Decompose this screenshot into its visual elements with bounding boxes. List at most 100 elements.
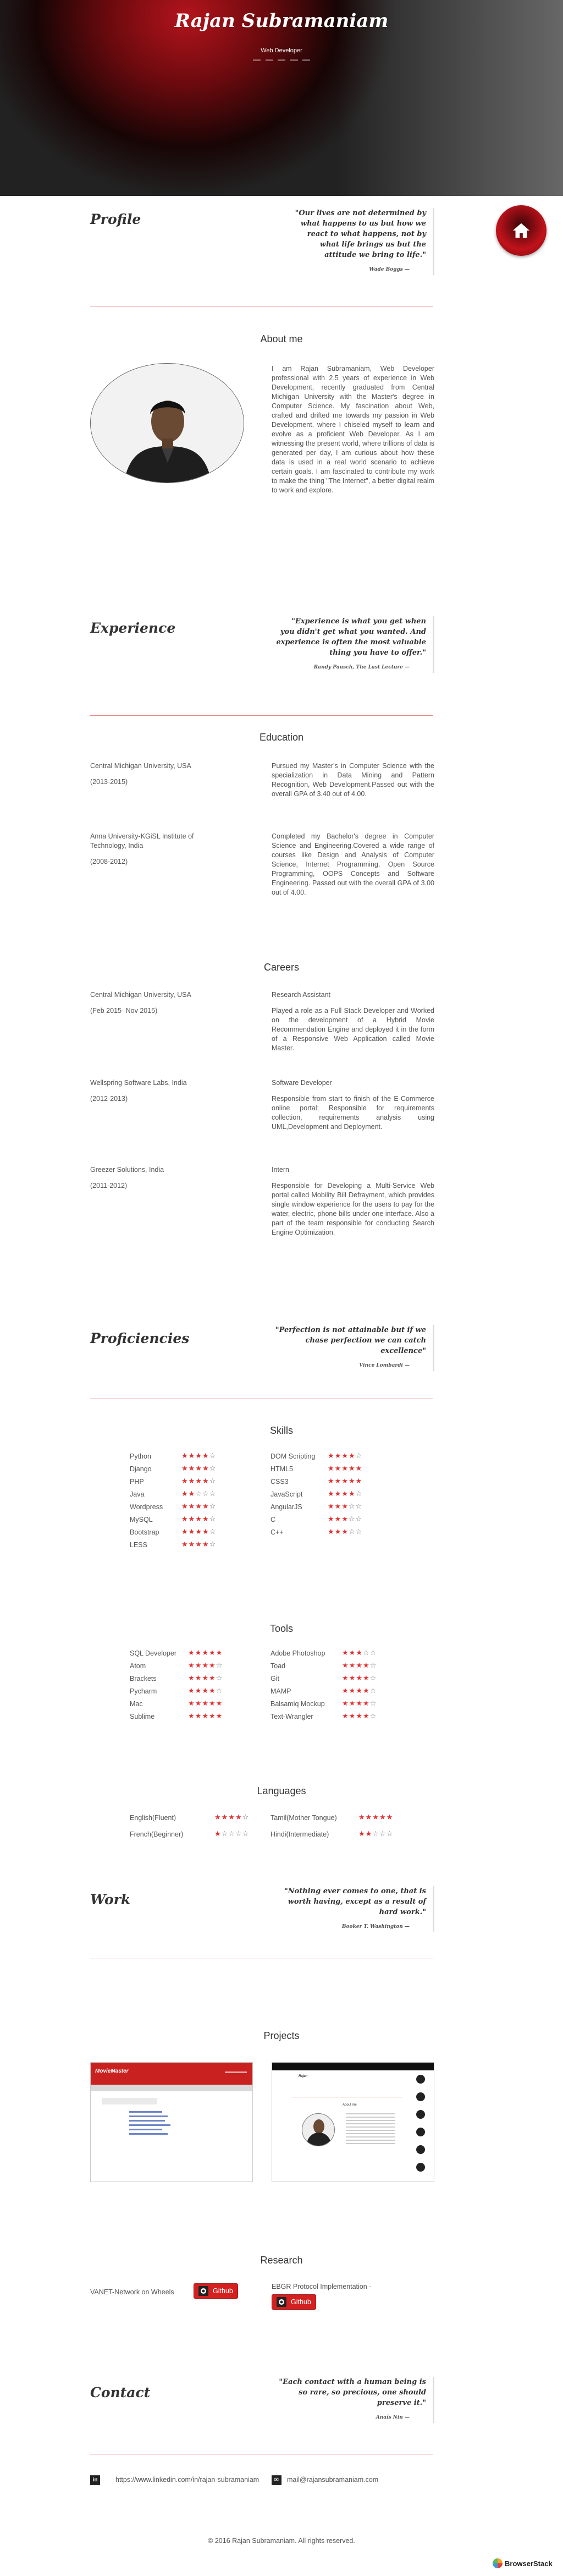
rating-stars: ★★★★★ [188, 1700, 223, 1708]
star-filled-icon: ★ [188, 1477, 196, 1486]
hero-slider-dots[interactable] [253, 59, 310, 62]
star-filled-icon: ★ [349, 1649, 356, 1657]
star-filled-icon: ★ [181, 1541, 189, 1549]
rating-row: JavaScript ★★★★☆ [271, 1490, 402, 1500]
star-filled-icon: ★ [372, 1813, 379, 1822]
star-empty-icon: ☆ [348, 1503, 356, 1511]
star-filled-icon: ★ [356, 1700, 363, 1708]
career-role: Intern [272, 1166, 289, 1174]
rating-row: Pycharm ★★★★☆ [130, 1687, 262, 1697]
rating-name: Wordpress [130, 1503, 163, 1511]
profile-photo [90, 363, 244, 483]
star-filled-icon: ★ [181, 1528, 189, 1536]
rating-stars: ★★★★☆ [188, 1687, 223, 1695]
rating-name: CSS3 [271, 1478, 289, 1486]
star-filled-icon: ★ [349, 1662, 356, 1670]
rating-name: Mac [130, 1700, 143, 1708]
star-empty-icon: ☆ [209, 1541, 217, 1549]
star-empty-icon: ☆ [355, 1515, 363, 1523]
rating-row: CSS3 ★★★★★ [271, 1477, 402, 1488]
star-filled-icon: ★ [181, 1477, 189, 1486]
github-button[interactable]: Github [194, 2283, 238, 2299]
rating-name: Toad [271, 1662, 286, 1670]
star-filled-icon: ★ [342, 1649, 349, 1657]
star-filled-icon: ★ [328, 1515, 335, 1523]
rating-stars: ★☆☆☆☆ [214, 1830, 249, 1838]
email-link[interactable]: ✉ mail@rajansubramaniam.com [272, 2475, 434, 2485]
star-empty-icon: ☆ [379, 1830, 387, 1838]
github-button-label: Github [213, 2287, 233, 2295]
education-school-name: Anna University-KGiSL Institute of Techn… [90, 832, 194, 849]
linkedin-url[interactable]: https://www.linkedin.com/in/rajan-subram… [115, 2476, 259, 2484]
github-button[interactable]: Github [272, 2294, 316, 2310]
rating-stars: ★★★★★ [328, 1465, 362, 1473]
rating-row: Adobe Photoshop ★★★☆☆ [271, 1649, 402, 1659]
work-quote-text: "Nothing ever comes to one, that is wort… [284, 1887, 426, 1916]
rating-stars: ★★☆☆☆ [358, 1830, 393, 1838]
star-filled-icon: ★ [214, 1830, 222, 1838]
star-filled-icon: ★ [362, 1662, 370, 1670]
rating-row: French(Beginner) ★☆☆☆☆ [130, 1830, 262, 1840]
star-filled-icon: ★ [221, 1813, 229, 1822]
star-filled-icon: ★ [365, 1830, 373, 1838]
mail-icon: ✉ [272, 2475, 282, 2485]
rating-row: Bootstrap ★★★★☆ [130, 1528, 262, 1538]
star-filled-icon: ★ [188, 1465, 196, 1473]
star-filled-icon: ★ [379, 1813, 387, 1822]
star-filled-icon: ★ [188, 1490, 196, 1498]
star-filled-icon: ★ [181, 1490, 189, 1498]
star-empty-icon: ☆ [362, 1649, 370, 1657]
star-filled-icon: ★ [195, 1452, 202, 1460]
star-filled-icon: ★ [334, 1515, 342, 1523]
project-thumbnail-moviemaster[interactable]: MovieMaster [90, 2062, 253, 2182]
star-empty-icon: ☆ [355, 1490, 363, 1498]
rating-row: Hindi(Intermediate) ★★☆☆☆ [271, 1830, 402, 1840]
page-subtitle: Web Developer [261, 47, 302, 54]
rating-stars: ★★★★★ [328, 1477, 362, 1486]
experience-quote: "Experience is what you get when you did… [275, 616, 434, 673]
star-filled-icon: ★ [328, 1503, 335, 1511]
star-filled-icon: ★ [348, 1477, 356, 1486]
rating-name: Java [130, 1490, 145, 1498]
star-filled-icon: ★ [195, 1541, 202, 1549]
rating-stars: ★★★★☆ [342, 1712, 377, 1720]
rating-name: LESS [130, 1541, 147, 1549]
rating-stars: ★★★★☆ [342, 1700, 377, 1708]
rating-row: Sublime ★★★★★ [130, 1712, 262, 1723]
rating-name: PHP [130, 1478, 144, 1486]
career-role: Software Developer [272, 1079, 332, 1087]
education-school-name: Central Michigan University, USA [90, 762, 191, 770]
star-filled-icon: ★ [188, 1662, 195, 1670]
browserstack-badge: BrowserStack [493, 2558, 553, 2568]
star-empty-icon: ☆ [209, 1490, 217, 1498]
rating-stars: ★★★★☆ [181, 1528, 216, 1536]
rating-row: Mac ★★★★★ [130, 1700, 262, 1710]
career-desc: Responsible for Developing a Multi-Servi… [272, 1182, 434, 1236]
rating-row: Atom ★★★★☆ [130, 1662, 262, 1672]
star-filled-icon: ★ [362, 1674, 370, 1682]
work-quote-author: Booker T. Washington — [341, 1924, 410, 1930]
star-filled-icon: ★ [195, 1687, 202, 1695]
star-empty-icon: ☆ [202, 1490, 209, 1498]
contact-quote-author: Anaïs Nin — [376, 2415, 410, 2420]
star-empty-icon: ☆ [355, 1528, 363, 1536]
rating-stars: ★★★☆☆ [328, 1503, 362, 1511]
star-empty-icon: ☆ [369, 1662, 377, 1670]
star-filled-icon: ★ [348, 1452, 356, 1460]
github-icon [277, 2297, 286, 2307]
rating-stars: ★★★★☆ [342, 1687, 377, 1695]
rating-row: Brackets ★★★★☆ [130, 1674, 262, 1685]
star-filled-icon: ★ [341, 1452, 349, 1460]
education-item-school: Anna University-KGiSL Institute of Techn… [90, 832, 206, 867]
project-thumbnail-portfolio[interactable]: Rajan About me [272, 2062, 434, 2182]
star-empty-icon: ☆ [348, 1515, 356, 1523]
star-filled-icon: ★ [181, 1465, 189, 1473]
star-filled-icon: ★ [341, 1515, 349, 1523]
star-filled-icon: ★ [202, 1528, 209, 1536]
rating-stars: ★★★★☆ [181, 1541, 216, 1549]
linkedin-link[interactable]: in https://www.linkedin.com/in/rajan-subr… [90, 2475, 266, 2485]
research-item-title: VANET-Network on Wheels [90, 2288, 174, 2296]
rating-stars: ★★★★☆ [328, 1490, 362, 1498]
home-button[interactable] [496, 205, 547, 256]
email-address[interactable]: mail@rajansubramaniam.com [287, 2476, 378, 2484]
